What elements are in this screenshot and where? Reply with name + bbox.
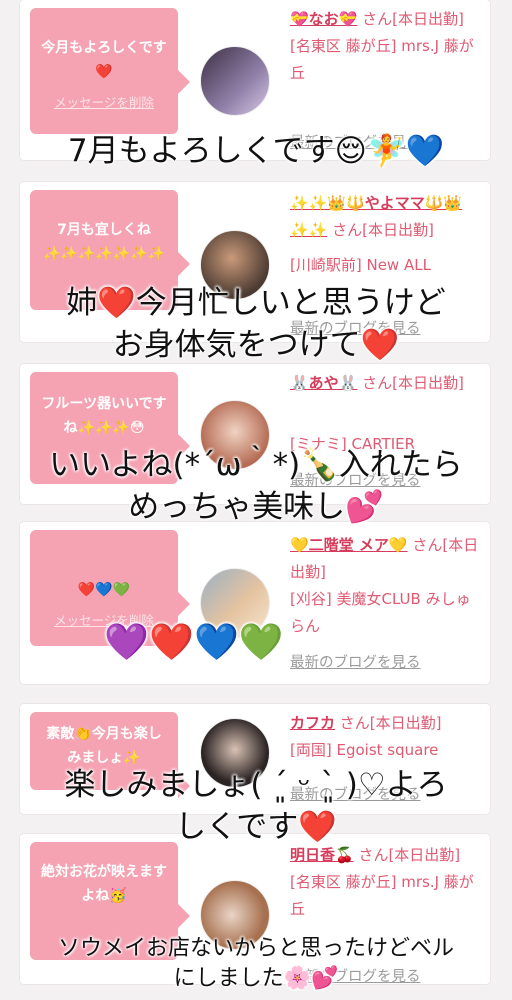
message-text: 絶対お花が映えますよね🥳 bbox=[41, 864, 167, 904]
caption-overlay: 姉❤️今月忙しいと思うけど お身体気をつけて❤️ bbox=[66, 285, 446, 363]
cast-status: さん[本日出勤] bbox=[353, 846, 461, 864]
message-bubble: 今月もよろしくです❤️ メッセージを削除 bbox=[30, 8, 190, 134]
cast-status: さん[本日出勤] bbox=[335, 714, 442, 732]
cast-name-link[interactable]: カフカ bbox=[290, 714, 335, 732]
cast-location: [川崎駅前] New ALL bbox=[290, 256, 431, 274]
delete-message-link[interactable]: メッセージを削除 bbox=[30, 92, 178, 111]
caption-overlay: 💜❤️💙💚 bbox=[104, 622, 284, 663]
cast-info: 💝なお💝 さん[本日出勤] [名東区 藤が丘] mrs.J 藤が丘 最新のブログ… bbox=[290, 6, 485, 151]
cast-name-link[interactable]: 💝なお💝 bbox=[290, 10, 357, 28]
cast-location: [名東区 藤が丘] mrs.J 藤が丘 bbox=[290, 37, 474, 82]
cast-status: さん[本日出勤] bbox=[357, 10, 464, 28]
cast-info: カフカ さん[本日出勤] [両国] Egoist square 最新のブログを見… bbox=[290, 710, 485, 803]
cast-location: [名東区 藤が丘] mrs.J 藤が丘 bbox=[290, 873, 474, 918]
avatar[interactable] bbox=[200, 46, 270, 116]
cast-info: ✨✨👑🔱やよママ🔱👑✨✨ さん[本日出勤] [川崎駅前] New ALL 最新の… bbox=[290, 190, 485, 337]
cast-status: さん[本日出勤] bbox=[357, 374, 464, 392]
caption-overlay: ソウメイお店ないからと思ったけどベル にしました🌸💕 bbox=[57, 936, 454, 991]
cast-location: [両国] Egoist square bbox=[290, 741, 439, 759]
caption-overlay: いいよね(*´ω｀*)🍾入れたら めっちゃ美味し💕 bbox=[49, 447, 463, 525]
cast-info: 明日香🍒 さん[本日出勤] [名東区 藤が丘] mrs.J 藤が丘 最新のブログ… bbox=[290, 842, 485, 985]
cast-name-link[interactable]: 🐰あや🐰 bbox=[290, 374, 357, 392]
message-text: 今月もよろしくです❤️ bbox=[41, 40, 167, 80]
message-text: 7月も宜しくね ✨✨✨✨✨✨✨ bbox=[42, 222, 166, 262]
caption-overlay: 7月もよろしくです😌🧚💙 bbox=[67, 133, 445, 169]
cast-status: さん[本日出勤] bbox=[327, 221, 434, 239]
cast-name-link[interactable]: 明日香🍒 bbox=[290, 846, 354, 864]
caption-overlay: 楽しみましょ( ´͈ ᵕ `͈ )♡よろ しくです❤️ bbox=[64, 767, 448, 845]
message-text: フルーツ器いいですね✨✨✨😳 bbox=[41, 396, 167, 436]
message-text: 素敵👏今月も楽しみましょ✨ bbox=[46, 726, 162, 766]
cast-name-link[interactable]: 💛二階堂 メア💛 bbox=[290, 536, 408, 554]
message-text: ❤️💙💚 bbox=[77, 582, 131, 598]
